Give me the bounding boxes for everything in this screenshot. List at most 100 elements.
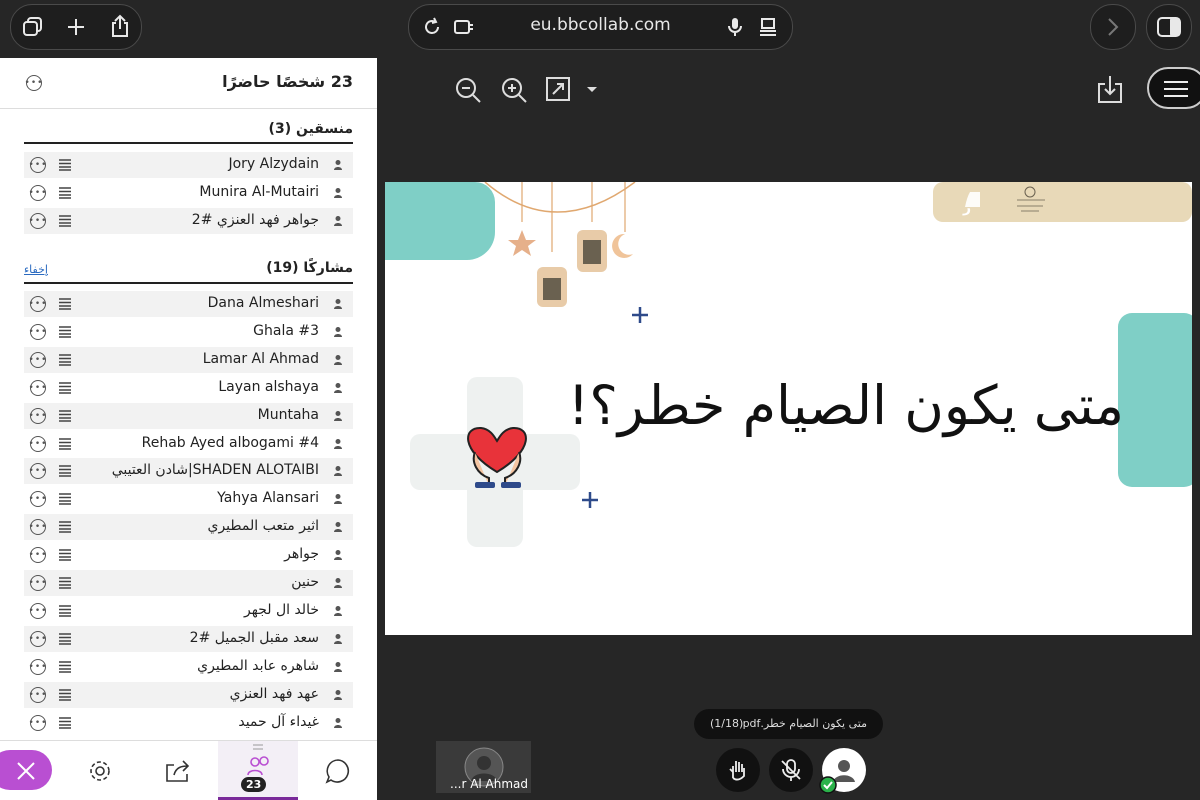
attendee-name: شادن العتيبي|SHADEN ALOTAIBI	[111, 462, 319, 479]
attendee-options-icon[interactable]: •••	[29, 435, 46, 452]
attendee-details-icon[interactable]	[58, 605, 72, 617]
hand-icon	[729, 761, 745, 781]
attendee-name: Jory Alzydain	[228, 156, 319, 172]
attendee-name: عهد فهد العنزي	[229, 685, 319, 702]
attendee-details-icon[interactable]	[58, 409, 72, 422]
attendee-row[interactable]: ••• سعد مقبل الجميل #2	[24, 625, 353, 652]
status-check-icon	[819, 776, 837, 794]
attendee-row[interactable]: ••• Lamar Al Ahmad	[24, 346, 353, 373]
attendee-options-icon[interactable]: •••	[29, 184, 46, 201]
attendee-details-icon[interactable]	[58, 354, 72, 366]
attendee-details-icon[interactable]	[58, 298, 72, 310]
attendee-row[interactable]: ••• جواهر فهد العنزي #2	[24, 207, 353, 234]
person-icon	[334, 578, 342, 588]
session-menu-button[interactable]	[1147, 67, 1200, 109]
attendee-row[interactable]: ••• Yahya Alansari	[24, 486, 353, 512]
my-status-button[interactable]	[819, 748, 866, 794]
address-bar[interactable]: eu.bbcollab.com	[408, 4, 793, 50]
attendee-options-icon[interactable]: •••	[29, 157, 46, 173]
microphone-toggle-button[interactable]	[769, 748, 813, 792]
attendee-options-icon[interactable]: •••	[29, 323, 46, 340]
attendee-details-icon[interactable]	[58, 465, 72, 478]
chat-button[interactable]	[318, 741, 358, 800]
attendee-row[interactable]: ••• Layan alshaya	[24, 375, 353, 401]
attendee-details-icon[interactable]	[58, 521, 72, 533]
attendee-details-icon[interactable]	[58, 688, 72, 701]
attendee-name: Yahya Alansari	[217, 490, 319, 507]
attendee-row[interactable]: ••• جواهر	[24, 542, 353, 568]
attendee-row[interactable]: ••• شادن العتيبي|SHADEN ALOTAIBI	[24, 458, 353, 485]
menu-icon	[1164, 81, 1188, 97]
fit-to-screen-button[interactable]	[545, 76, 573, 104]
new-tab-icon[interactable]	[64, 15, 88, 39]
attendee-options-icon[interactable]: •••	[29, 212, 46, 229]
attendee-row[interactable]: ••• Dana Almeshari	[24, 291, 353, 317]
reader-view-icon[interactable]	[757, 16, 779, 38]
attendee-options-icon[interactable]: •••	[29, 714, 46, 731]
attendee-details-icon[interactable]	[58, 493, 72, 505]
attendee-options-icon[interactable]: •••	[29, 351, 46, 368]
attendee-row[interactable]: ••• شاهره عابد المطيري	[24, 654, 353, 680]
attendee-options-icon[interactable]: •••	[29, 630, 46, 647]
attendees-icon	[247, 756, 269, 776]
tabs-overview-icon[interactable]	[21, 15, 45, 39]
zoom-dropdown-button[interactable]	[585, 76, 613, 104]
zoom-in-button[interactable]	[500, 76, 528, 104]
attendee-options-icon[interactable]: •••	[29, 463, 46, 480]
person-icon	[334, 494, 342, 505]
share-icon[interactable]	[108, 13, 132, 39]
attendee-details-icon[interactable]	[58, 437, 72, 450]
hide-participants-link[interactable]: إخفاء	[24, 263, 48, 276]
attendee-options-icon[interactable]: •••	[29, 547, 46, 564]
attendee-details-icon[interactable]	[58, 716, 72, 729]
person-icon	[334, 689, 342, 700]
attendee-row[interactable]: ••• Jory Alzydain	[24, 152, 353, 178]
attendee-name: خالد ال لجهر	[244, 601, 319, 618]
zoom-out-button[interactable]	[454, 76, 482, 104]
section-divider	[24, 142, 353, 144]
raise-hand-button[interactable]	[716, 748, 760, 792]
settings-button[interactable]	[80, 741, 120, 800]
attendee-options-icon[interactable]: •••	[29, 491, 46, 508]
sidebar-toggle-button[interactable]	[1146, 4, 1192, 50]
attendees-tab[interactable]: 23	[218, 741, 298, 800]
forward-button[interactable]	[1090, 4, 1136, 50]
attendee-options-icon[interactable]: •••	[29, 575, 46, 591]
attendee-details-icon[interactable]	[58, 326, 72, 338]
more-options-icon[interactable]: •••	[25, 75, 42, 91]
person-icon	[334, 326, 342, 337]
close-panel-button[interactable]	[0, 741, 52, 800]
browser-toolbar: eu.bbcollab.com	[0, 0, 1200, 58]
attendee-options-icon[interactable]: •••	[29, 379, 46, 396]
attendee-row[interactable]: ••• Muntaha	[24, 402, 353, 429]
slide-title: متى يكون الصيام خطر؟!	[567, 374, 1124, 437]
attendee-options-icon[interactable]: •••	[29, 602, 46, 619]
attendee-details-icon[interactable]	[58, 159, 72, 171]
share-content-icon	[166, 759, 190, 782]
attendee-row[interactable]: ••• اثير متعب المطيري	[24, 514, 353, 541]
attendee-details-icon[interactable]	[58, 215, 72, 227]
attendee-row[interactable]: ••• حنين	[24, 570, 353, 596]
attendee-row[interactable]: ••• غيداء آل حميد	[24, 710, 353, 736]
attendees-header: ••• 23 شخصًا حاضرًا	[0, 58, 377, 109]
attendee-details-icon[interactable]	[58, 381, 72, 394]
attendee-options-icon[interactable]: •••	[29, 658, 46, 675]
attendee-options-icon[interactable]: •••	[29, 519, 46, 536]
microphone-icon[interactable]	[725, 16, 745, 38]
attendee-row[interactable]: ••• عهد فهد العنزي	[24, 681, 353, 708]
attendee-row[interactable]: ••• Ghala #3	[24, 319, 353, 345]
attendee-row[interactable]: ••• Munira Al-Mutairi	[24, 180, 353, 206]
attendee-options-icon[interactable]: •••	[29, 686, 46, 703]
share-content-button[interactable]	[158, 741, 198, 800]
download-button[interactable]	[1096, 74, 1124, 103]
attendee-details-icon[interactable]	[58, 577, 72, 589]
attendee-row[interactable]: ••• خالد ال لجهر	[24, 598, 353, 624]
attendee-options-icon[interactable]: •••	[29, 407, 46, 424]
person-icon	[334, 438, 342, 449]
attendee-row[interactable]: ••• Rehab Ayed albogami #4	[24, 431, 353, 457]
attendee-details-icon[interactable]	[58, 633, 72, 645]
attendee-details-icon[interactable]	[58, 549, 72, 561]
attendee-details-icon[interactable]	[58, 187, 72, 199]
attendee-options-icon[interactable]: •••	[29, 296, 46, 312]
attendee-details-icon[interactable]	[58, 660, 72, 673]
